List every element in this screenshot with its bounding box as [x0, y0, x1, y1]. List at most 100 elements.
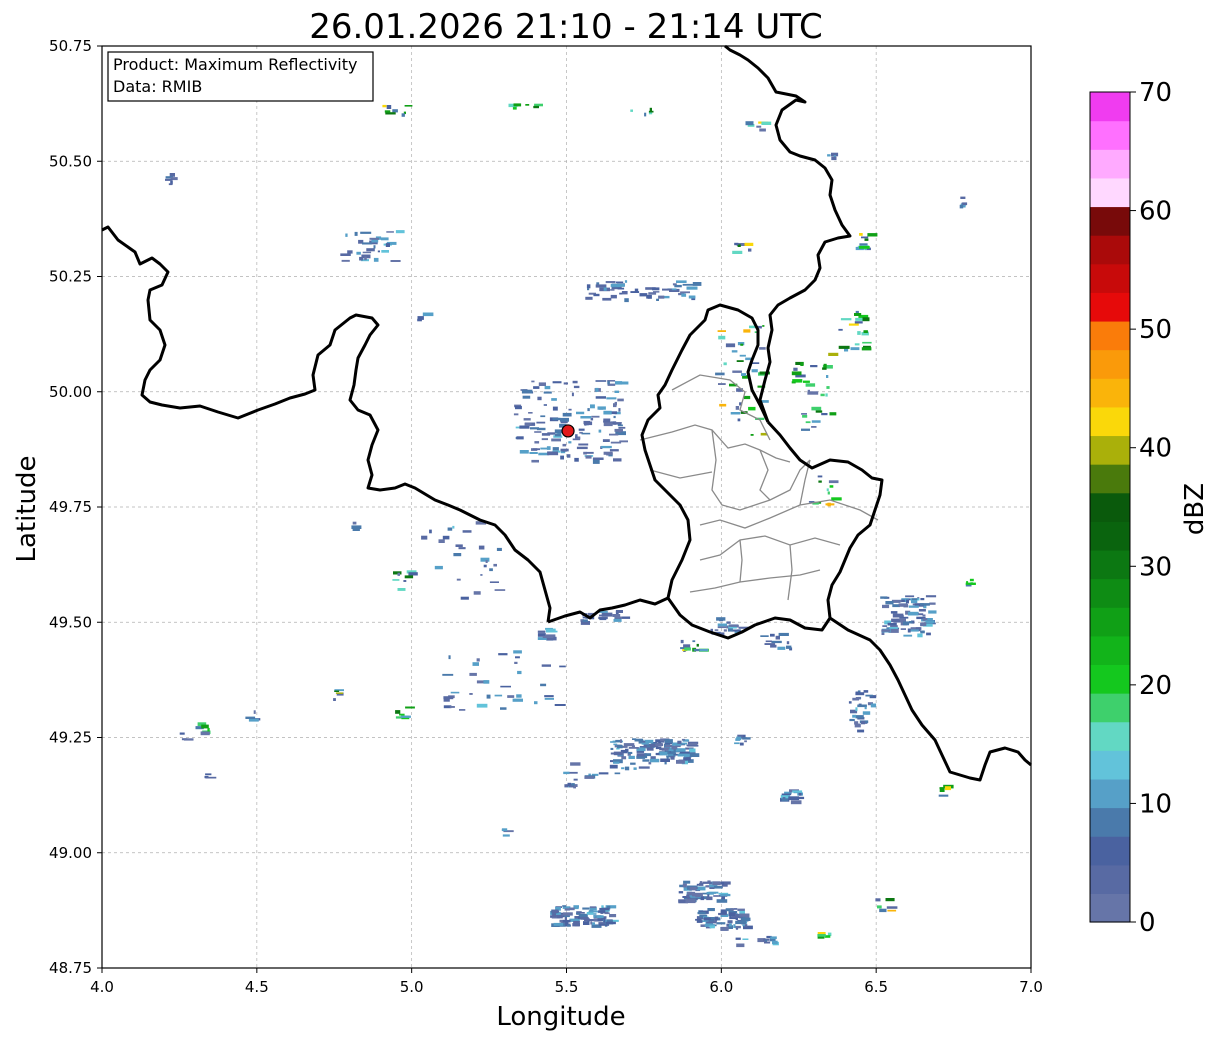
echo-pixel [489, 568, 493, 572]
echo-pixel [183, 738, 194, 741]
colorbar-segment [1090, 778, 1130, 809]
echo-pixel [559, 665, 566, 668]
echo-pixel [201, 724, 209, 729]
echo-pixel [733, 924, 736, 928]
echo-pixel [791, 371, 802, 376]
echo-pixel [887, 622, 897, 626]
echo-pixel [601, 612, 613, 617]
echo-pixel [340, 253, 351, 256]
echo-pixel [793, 367, 798, 371]
echo-pixel [679, 751, 690, 754]
echo-pixel [609, 433, 619, 436]
echo-pixel [706, 896, 713, 901]
echo-pixel [459, 709, 466, 711]
echo-pixel [821, 413, 828, 416]
echo-pixel [644, 753, 652, 757]
echo-pixel [689, 886, 697, 891]
echo-pixel [544, 697, 554, 700]
x-tick-label: 4.0 [90, 978, 114, 996]
x-tick-label: 5.0 [400, 978, 424, 996]
echo-pixel [512, 698, 523, 702]
echo-pixel [385, 243, 390, 247]
echo-pixel [840, 318, 852, 321]
echo-pixel [689, 748, 696, 753]
echo-pixel [751, 369, 758, 373]
echo-pixel [748, 248, 752, 252]
echo-pixel [207, 727, 210, 732]
echo-pixel [603, 287, 607, 291]
echo-pixel [381, 237, 389, 241]
echo-pixel [595, 396, 606, 399]
echo-pixel [403, 580, 407, 582]
echo-pixel [573, 921, 580, 925]
echo-pixel [679, 753, 690, 756]
echo-pixel [568, 441, 572, 444]
echo-pixel [588, 910, 600, 913]
colorbar-segment [1090, 549, 1130, 580]
echo-pixel [689, 753, 700, 757]
echo-pixel [736, 360, 744, 362]
echo-pixel [599, 907, 610, 911]
echo-pixel [879, 908, 887, 913]
echo-pixel [571, 783, 575, 786]
echo-pixel [554, 704, 566, 706]
echo-pixel [732, 370, 742, 373]
echo-pixel [859, 233, 863, 236]
echo-pixel [864, 238, 869, 241]
echo-pixel [532, 448, 540, 451]
echo-pixel [719, 403, 727, 407]
echo-pixel [686, 739, 690, 742]
echo-pixel [770, 936, 777, 940]
echo-pixel [456, 578, 461, 581]
echo-pixel [662, 288, 672, 291]
echo-pixel [507, 695, 515, 698]
echo-pixel [792, 379, 803, 383]
echo-pixel [616, 281, 624, 284]
x-tick-label: 6.0 [709, 978, 733, 996]
echo-pixel [615, 381, 623, 385]
echo-pixel [826, 488, 829, 492]
echo-pixel [603, 422, 613, 427]
echo-pixel [359, 256, 364, 261]
echo-pixel [610, 289, 615, 291]
colorbar-tick-label: 10 [1139, 789, 1172, 819]
echo-pixel [743, 329, 751, 333]
echo-pixel [723, 362, 727, 366]
echo-pixel [631, 745, 635, 748]
echo-pixel [560, 448, 569, 452]
echo-pixel [583, 420, 591, 424]
echo-pixel [476, 658, 480, 662]
echo-pixel [450, 691, 460, 694]
echo-pixel [653, 291, 660, 293]
echo-pixel [740, 343, 744, 346]
echo-pixel [516, 694, 522, 698]
echo-pixel [696, 920, 703, 923]
echo-pixel [918, 609, 926, 612]
echo-pixel [568, 408, 572, 411]
echo-pixel [731, 350, 738, 353]
echo-pixel [628, 755, 635, 759]
echo-pixel [245, 716, 256, 719]
echo-pixel [855, 317, 864, 321]
echo-pixel [716, 617, 726, 621]
echo-pixel [483, 680, 490, 684]
echo-pixel [775, 635, 780, 640]
echo-pixel [165, 178, 173, 181]
echo-pixel [684, 647, 691, 651]
echo-pixel [624, 298, 629, 303]
echo-pixel [926, 632, 931, 636]
echo-pixel [614, 390, 620, 393]
echo-pixel [855, 707, 858, 712]
colorbar-segment [1090, 349, 1130, 379]
echo-pixel [827, 154, 831, 157]
echo-pixel [395, 230, 405, 234]
echo-pixel [366, 248, 375, 252]
echo-pixel [861, 347, 872, 351]
echo-pixel [628, 751, 633, 754]
echo-pixel [400, 715, 411, 718]
y-tick-label: 49.00 [49, 844, 92, 862]
echo-pixel [790, 800, 802, 805]
echo-pixel [748, 406, 756, 411]
echo-pixel [606, 921, 616, 925]
echo-pixel [723, 629, 727, 632]
